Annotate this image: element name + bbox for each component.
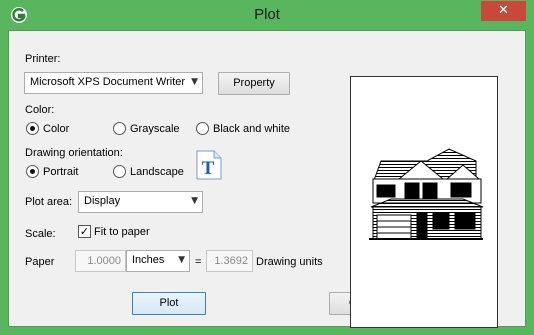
house-drawing-preview (369, 148, 484, 240)
radio-color[interactable]: Color (26, 122, 69, 135)
chevron-down-icon: ▼ (191, 77, 198, 87)
property-button[interactable]: Property (218, 72, 290, 95)
checkmark-icon: ✓ (78, 225, 91, 238)
units-select[interactable]: Inches ▼ (126, 250, 190, 272)
radio-grayscale-label: Grayscale (130, 122, 180, 135)
plot-area-select[interactable]: Display ▼ (78, 191, 203, 213)
equals-sign: = (195, 256, 202, 268)
close-button[interactable]: ✕ (481, 1, 526, 21)
plot-button[interactable]: Plot (132, 292, 206, 315)
paper-label: Paper (25, 256, 55, 268)
radio-unselected-icon (113, 122, 126, 135)
drawing-value-input[interactable]: 1.3692 (206, 250, 253, 272)
portrait-orientation-icon: T (196, 150, 222, 180)
color-label: Color: (25, 104, 55, 116)
plot-area-label: Plot area: (25, 196, 73, 208)
radio-landscape[interactable]: Landscape (113, 165, 184, 178)
dialog-title: Plot (254, 6, 280, 23)
dialog-content: Printer: Microsoft XPS Document Writer ▼… (8, 30, 526, 328)
svg-text:T: T (202, 158, 215, 179)
radio-color-label: Color (43, 122, 70, 135)
title-bar[interactable]: Plot ✕ (0, 0, 534, 30)
radio-black-and-white[interactable]: Black and white (196, 122, 290, 135)
radio-portrait-label: Portrait (43, 165, 79, 178)
radio-black-and-white-label: Black and white (213, 122, 291, 135)
radio-grayscale[interactable]: Grayscale (113, 122, 180, 135)
plot-area-selected-value: Display (84, 195, 121, 207)
printer-select[interactable]: Microsoft XPS Document Writer ▼ (24, 72, 203, 94)
radio-landscape-label: Landscape (130, 165, 184, 178)
fit-to-paper-label: Fit to paper (94, 225, 150, 238)
scale-label: Scale: (25, 228, 56, 240)
paper-value-input[interactable]: 1.0000 (75, 250, 126, 272)
plot-preview (350, 76, 498, 328)
drawing-units-label: Drawing units (256, 256, 323, 268)
units-selected-value: Inches (132, 254, 165, 266)
radio-unselected-icon (113, 165, 126, 178)
radio-selected-icon (26, 165, 39, 178)
radio-unselected-icon (196, 122, 209, 135)
chevron-down-icon: ▼ (178, 255, 185, 265)
printer-selected-value: Microsoft XPS Document Writer (30, 76, 186, 88)
radio-selected-icon (26, 122, 39, 135)
plot-dialog-window: Plot ✕ Printer: Microsoft XPS Document W… (0, 0, 534, 335)
printer-label: Printer: (25, 53, 61, 65)
fit-to-paper-checkbox[interactable]: ✓ Fit to paper (78, 225, 150, 238)
chevron-down-icon: ▼ (191, 196, 198, 206)
orientation-label: Drawing orientation: (25, 147, 123, 159)
radio-portrait[interactable]: Portrait (26, 165, 78, 178)
